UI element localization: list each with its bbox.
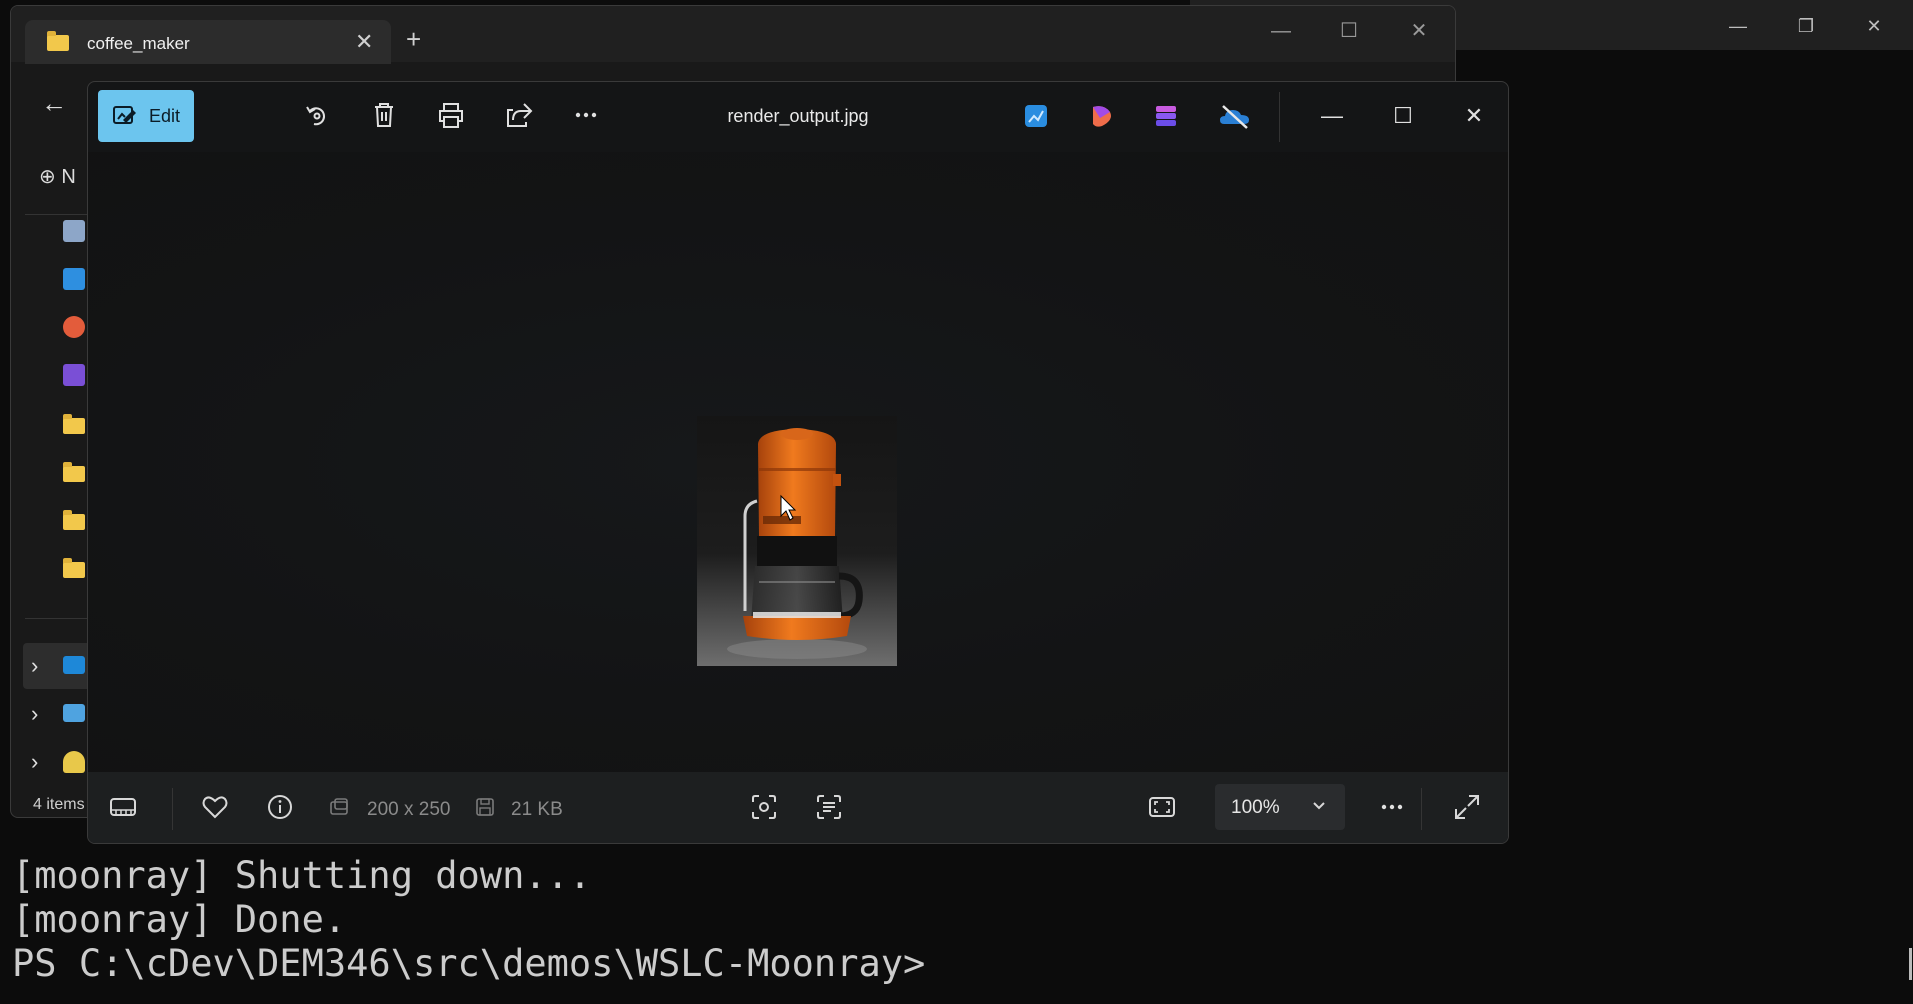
more-icon[interactable] <box>1377 792 1407 822</box>
explorer-tab-title: coffee_maker <box>87 34 190 53</box>
explorer-tab[interactable]: coffee_maker ✕ <box>25 20 391 64</box>
chevron-right-icon[interactable]: › <box>31 749 38 775</box>
folder-icon[interactable] <box>63 414 85 434</box>
photos-minimize-button[interactable]: — <box>1312 100 1352 132</box>
terminal-scrollbar[interactable] <box>1909 948 1912 980</box>
photos-maximize-button[interactable]: ☐ <box>1383 100 1423 132</box>
tab-close-icon[interactable]: ✕ <box>355 29 373 55</box>
fit-window-icon[interactable] <box>1147 792 1177 822</box>
item-count: 4 items <box>33 796 85 813</box>
photos-toolbar: Edit render_output.jpg — ☐ ✕ <box>88 82 1508 152</box>
save-disk-icon <box>476 798 494 816</box>
chevron-right-icon[interactable]: › <box>31 701 38 727</box>
divider <box>1279 92 1280 142</box>
folder-icon[interactable] <box>63 510 85 530</box>
divider <box>1421 788 1422 830</box>
explorer-tabbar: coffee_maker ✕ + — ☐ ✕ <box>11 6 1455 64</box>
fullscreen-icon[interactable] <box>1452 792 1482 822</box>
divider <box>25 214 95 215</box>
text-scan-icon[interactable] <box>814 792 844 822</box>
videos-icon[interactable] <box>63 364 85 386</box>
coffee-maker-image <box>697 416 897 666</box>
terminal-line: [moonray] Shutting down... <box>12 854 592 897</box>
divider <box>172 788 173 830</box>
zoom-level: 100% <box>1231 797 1280 818</box>
divider <box>25 618 95 619</box>
document-icon[interactable] <box>63 220 85 242</box>
terminal-output: [moonray] Shutting down... [moonray] Don… <box>12 854 925 986</box>
explorer-close-button[interactable]: ✕ <box>1399 16 1439 46</box>
filmstrip-icon[interactable] <box>108 792 138 822</box>
linux-icon[interactable] <box>63 751 85 773</box>
photos-editor-icon[interactable] <box>1022 102 1050 130</box>
explorer-minimize-button[interactable]: — <box>1261 16 1301 46</box>
zoom-dropdown[interactable]: 100% <box>1215 784 1345 830</box>
coffee-maker-render <box>727 428 867 659</box>
file-size: 21 KB <box>511 799 563 820</box>
network-icon[interactable] <box>63 704 85 722</box>
terminal-line: [moonray] Done. <box>12 898 347 941</box>
back-arrow-icon[interactable]: ← <box>41 88 67 119</box>
image-canvas[interactable] <box>88 152 1508 772</box>
new-button[interactable]: ⊕ N <box>39 164 76 189</box>
photos-window: Edit render_output.jpg — ☐ ✕ 200 x 250 2… <box>87 81 1509 844</box>
chevron-down-icon <box>1313 802 1325 810</box>
designer-icon[interactable] <box>1152 102 1180 130</box>
info-icon[interactable] <box>265 792 295 822</box>
terminal-minimize-button[interactable]: — <box>1718 14 1758 38</box>
photos-bottom-bar: 200 x 250 21 KB 100% <box>88 772 1508 843</box>
folder-icon[interactable] <box>63 558 85 578</box>
image-dimensions: 200 x 250 <box>367 799 451 820</box>
file-name-title: render_output.jpg <box>727 106 869 126</box>
terminal-prompt[interactable]: PS C:\cDev\DEM346\src\demos\WSLC-Moonray… <box>12 942 925 985</box>
chevron-right-icon[interactable]: › <box>31 653 38 679</box>
folder-icon <box>47 31 69 51</box>
onedrive-icon[interactable] <box>1218 102 1252 130</box>
photos-close-button[interactable]: ✕ <box>1454 100 1494 132</box>
terminal-close-button[interactable]: ✕ <box>1854 14 1894 38</box>
new-tab-button[interactable]: + <box>406 26 421 52</box>
clipchamp-icon[interactable] <box>1088 102 1116 130</box>
terminal-restore-button[interactable]: ❐ <box>1786 14 1826 38</box>
pictures-icon[interactable] <box>63 268 85 290</box>
folder-icon[interactable] <box>63 462 85 482</box>
visual-search-icon[interactable] <box>749 792 779 822</box>
explorer-maximize-button[interactable]: ☐ <box>1329 16 1369 46</box>
music-icon[interactable] <box>63 316 85 338</box>
favorite-icon[interactable] <box>200 792 230 822</box>
dimensions-icon <box>330 798 348 815</box>
this-pc-icon[interactable] <box>63 656 85 674</box>
